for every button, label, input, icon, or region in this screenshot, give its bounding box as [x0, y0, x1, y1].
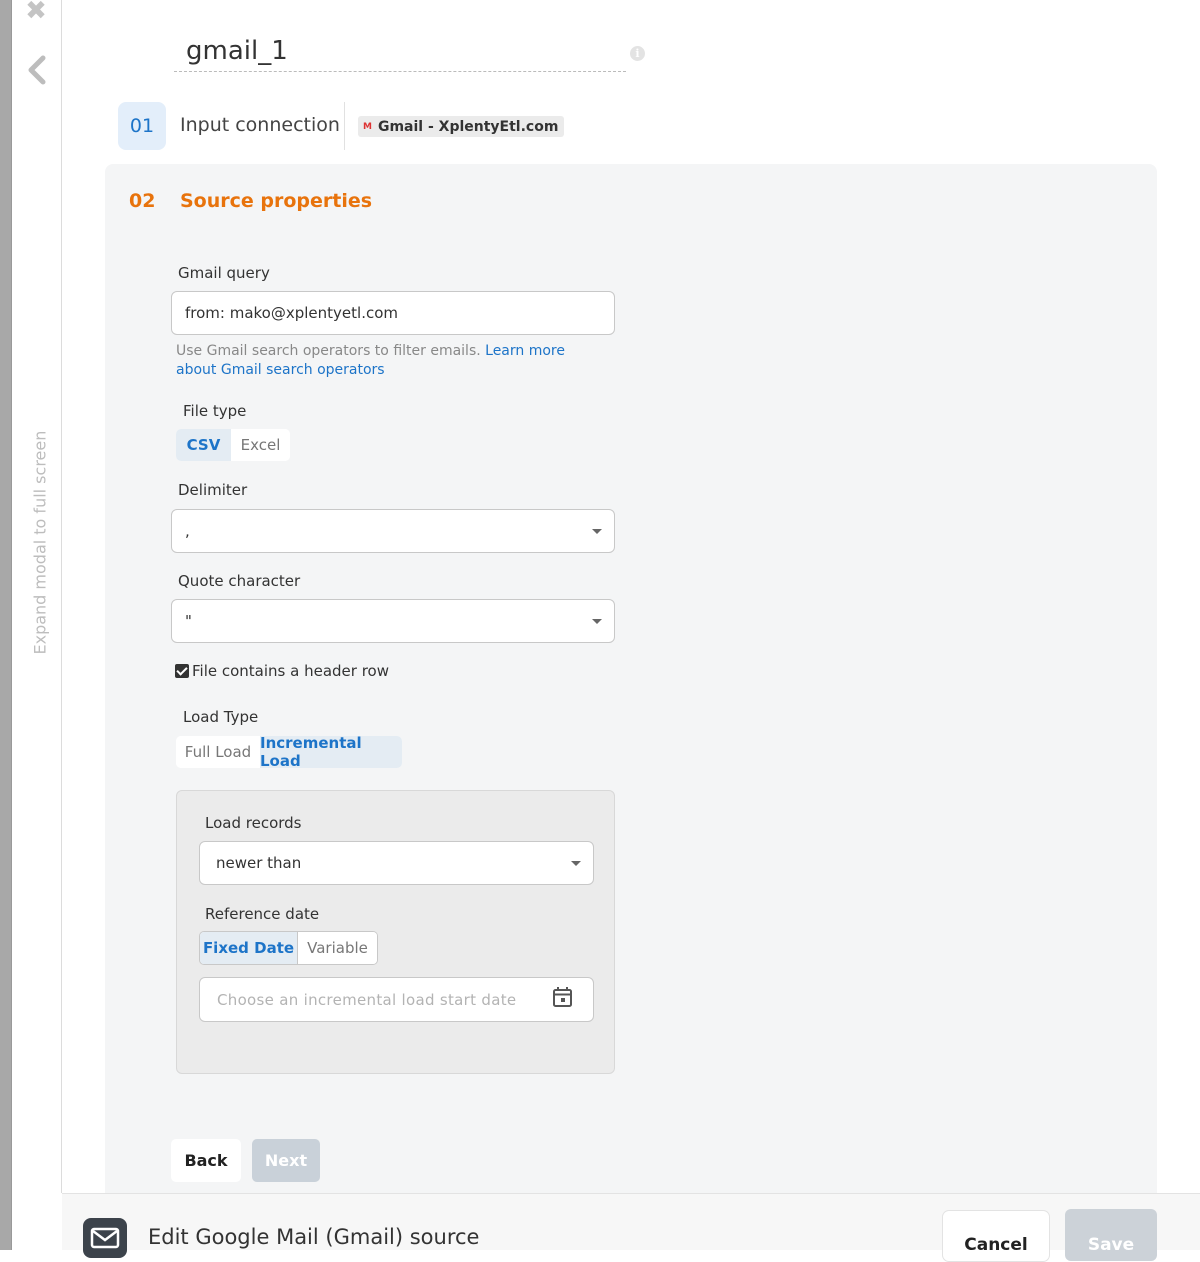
next-button[interactable]: Next [252, 1139, 320, 1182]
load-type-label: Load Type [183, 708, 259, 726]
load-type-toggle: Full Load Incremental Load [176, 736, 402, 768]
file-type-csv[interactable]: CSV [176, 429, 231, 461]
gmail-query-label: Gmail query [178, 264, 270, 282]
component-title[interactable]: gmail_1 [186, 36, 288, 66]
load-records-value: newer than [216, 854, 302, 872]
calendar-icon[interactable] [552, 986, 573, 1008]
header-row-checkbox[interactable] [175, 664, 189, 678]
quote-character-label: Quote character [178, 572, 301, 590]
gmail-query-input[interactable]: from: mako@xplentyetl.com [171, 291, 615, 335]
load-type-full[interactable]: Full Load [176, 736, 260, 768]
modal-sidebar: ✖ Expand modal to full screen [12, 0, 62, 1193]
step-1-number: 01 [118, 102, 166, 150]
cancel-button[interactable]: Cancel [943, 1211, 1049, 1261]
delimiter-select[interactable]: , [171, 509, 615, 553]
step-1-label[interactable]: Input connection [180, 114, 340, 136]
close-icon[interactable]: ✖ [25, 0, 47, 24]
step-2-title: Source properties [180, 190, 373, 212]
step-2-number: 02 [129, 190, 156, 212]
mail-icon [83, 1218, 127, 1258]
connection-badge: M Gmail - XplentyEtl.com [358, 116, 565, 137]
incremental-load-settings: Load records newer than Reference date F… [176, 790, 615, 1074]
delimiter-value: , [185, 522, 190, 540]
reference-date-placeholder: Choose an incremental load start date [217, 990, 517, 1009]
load-type-incremental[interactable]: Incremental Load [260, 736, 402, 768]
load-records-label: Load records [205, 814, 302, 832]
delimiter-label: Delimiter [178, 481, 248, 499]
chevron-down-icon [592, 529, 602, 534]
header-row-label[interactable]: File contains a header row [192, 662, 389, 680]
gmail-query-help: Use Gmail search operators to filter ema… [176, 343, 565, 378]
back-button[interactable]: Back [171, 1139, 241, 1182]
source-properties-panel: 02 Source properties Gmail query from: m… [105, 164, 1157, 1193]
save-button[interactable]: Save [1065, 1209, 1157, 1261]
reference-date-input[interactable]: Choose an incremental load start date [199, 977, 594, 1022]
info-icon[interactable]: i [630, 46, 645, 61]
page-backdrop [0, 0, 12, 1250]
gmail-icon: M [363, 121, 372, 132]
reference-date-toggle: Fixed Date Variable [199, 931, 378, 965]
step-1-divider [344, 102, 345, 150]
reference-fixed-date[interactable]: Fixed Date [200, 932, 298, 964]
reference-variable[interactable]: Variable [298, 932, 377, 964]
chevron-left-icon[interactable] [26, 55, 48, 85]
file-type-label: File type [183, 402, 247, 420]
reference-date-label: Reference date [205, 905, 320, 923]
modal-body: gmail_1 i 01 Input connection M Gmail - … [62, 0, 1200, 1193]
connection-name: Gmail - XplentyEtl.com [377, 118, 559, 135]
footer-title: Edit Google Mail (Gmail) source [148, 1225, 480, 1249]
title-field[interactable]: gmail_1 [174, 32, 626, 72]
gmail-query-value: from: mako@xplentyetl.com [185, 304, 399, 322]
load-records-select[interactable]: newer than [199, 841, 594, 885]
chevron-down-icon [571, 861, 581, 866]
chevron-down-icon [592, 619, 602, 624]
expand-modal-link[interactable]: Expand modal to full screen [31, 431, 50, 655]
quote-character-value: " [185, 612, 192, 630]
modal-footer: Edit Google Mail (Gmail) source Cancel S… [62, 1193, 1200, 1261]
file-type-excel[interactable]: Excel [231, 429, 290, 461]
file-type-toggle: CSV Excel [176, 429, 290, 461]
quote-character-select[interactable]: " [171, 599, 615, 643]
